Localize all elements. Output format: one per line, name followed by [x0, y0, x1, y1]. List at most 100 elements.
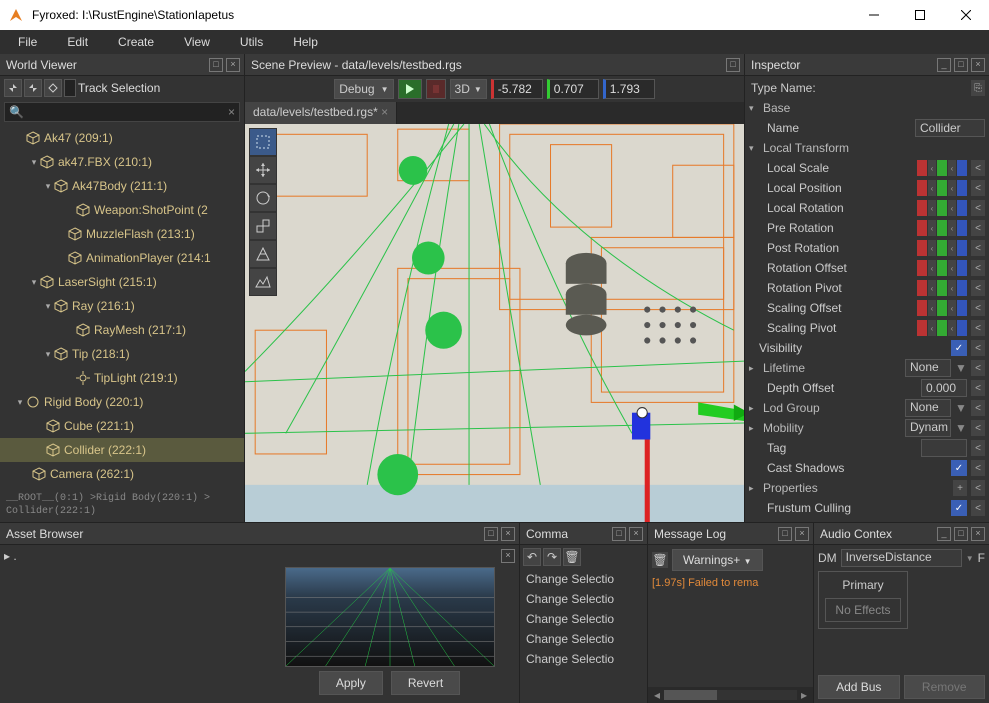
clear-search-button[interactable]: ×	[228, 105, 235, 119]
revert-button[interactable]: <	[971, 420, 985, 436]
tree-node[interactable]: ▾Tip (218:1)	[0, 342, 244, 366]
panel-min-button[interactable]: _	[937, 527, 951, 541]
command-item[interactable]: Change Selectio	[520, 629, 647, 649]
coord-z-input[interactable]: 1.793	[603, 79, 655, 99]
rotation-offset-input[interactable]: ‹‹	[917, 260, 967, 276]
menu-view[interactable]: View	[170, 32, 224, 52]
copy-type-button[interactable]: ⎘	[971, 80, 985, 96]
menu-help[interactable]: Help	[279, 32, 332, 52]
scene-tree[interactable]: Ak47 (209:1)▾ak47.FBX (210:1)▾Ak47Body (…	[0, 124, 244, 488]
base-toggle[interactable]: ▾	[749, 103, 759, 114]
command-list[interactable]: Change SelectioChange SelectioChange Sel…	[520, 569, 647, 703]
panel-close-button[interactable]: ×	[629, 527, 643, 541]
panel-dock-button[interactable]: □	[484, 527, 498, 541]
menu-utils[interactable]: Utils	[226, 32, 277, 52]
command-item[interactable]: Change Selectio	[520, 569, 647, 589]
transform-toggle[interactable]: ▾	[749, 143, 759, 154]
tree-node[interactable]: RayMesh (217:1)	[0, 318, 244, 342]
revert-button[interactable]: <	[971, 440, 985, 456]
local-position-input[interactable]: ‹‹	[917, 180, 967, 196]
close-tab-icon[interactable]: ×	[381, 105, 388, 119]
tree-node[interactable]: Camera (262:1)	[0, 462, 244, 486]
navmesh-tool-button[interactable]	[249, 240, 277, 268]
rotate-tool-button[interactable]	[249, 184, 277, 212]
collapse-all-button[interactable]	[4, 79, 22, 97]
panel-dock-button[interactable]: □	[778, 527, 792, 541]
clear-log-button[interactable]: 🗑	[652, 552, 668, 568]
asset-tree[interactable]: ▸ .	[0, 545, 260, 703]
locate-button[interactable]	[44, 79, 62, 97]
lod-toggle[interactable]: ▸	[749, 403, 759, 414]
menu-edit[interactable]: Edit	[53, 32, 102, 52]
window-close-button[interactable]	[943, 0, 989, 30]
panel-close-button[interactable]: ×	[971, 527, 985, 541]
view-mode-dropdown[interactable]: 3D▼	[450, 79, 487, 99]
log-scrollbar[interactable]: ◂▸	[648, 687, 813, 703]
revert-button[interactable]: <	[971, 400, 985, 416]
name-input[interactable]	[915, 119, 985, 137]
panel-dock-button[interactable]: □	[209, 58, 223, 72]
clear-button[interactable]: 🗑	[563, 548, 581, 566]
tree-node[interactable]: TipLight (219:1)	[0, 366, 244, 390]
lod-dropdown[interactable]: None	[905, 399, 951, 417]
scene-tab[interactable]: data/levels/testbed.rgs* ×	[245, 102, 397, 124]
tree-node[interactable]: Collider (222:1)	[0, 438, 244, 462]
tree-node[interactable]: ▾Ak47Body (211:1)	[0, 174, 244, 198]
window-minimize-button[interactable]	[851, 0, 897, 30]
panel-dock-button[interactable]: □	[954, 58, 968, 72]
tree-node[interactable]: ▾Ray (216:1)	[0, 294, 244, 318]
undo-button[interactable]: ↶	[523, 548, 541, 566]
add-property-button[interactable]: +	[953, 480, 967, 496]
revert-button[interactable]: <	[971, 260, 985, 276]
visibility-checkbox[interactable]: ✓	[951, 340, 967, 356]
renderer-dropdown[interactable]: InverseDistance	[841, 549, 962, 567]
rotation-pivot-input[interactable]: ‹‹	[917, 280, 967, 296]
revert-button[interactable]: <	[971, 460, 985, 476]
log-filter-dropdown[interactable]: Warnings+ ▼	[672, 549, 763, 571]
revert-button[interactable]: <	[971, 500, 985, 516]
panel-close-button[interactable]: ×	[226, 58, 240, 72]
local-scale-input[interactable]: ‹‹	[917, 160, 967, 176]
post-rotation-input[interactable]: ‹‹	[917, 240, 967, 256]
stop-button[interactable]	[426, 79, 446, 99]
panel-close-button[interactable]: ×	[795, 527, 809, 541]
command-item[interactable]: Change Selectio	[520, 609, 647, 629]
panel-close-button[interactable]: ×	[971, 58, 985, 72]
menu-file[interactable]: File	[4, 32, 51, 52]
lifetime-toggle[interactable]: ▸	[749, 363, 759, 374]
track-checkbox[interactable]	[64, 79, 76, 97]
revert-button[interactable]: <	[971, 340, 985, 356]
window-maximize-button[interactable]	[897, 0, 943, 30]
lifetime-dropdown[interactable]: None	[905, 359, 951, 377]
tree-node[interactable]: ▾Rigid Body (220:1)	[0, 390, 244, 414]
revert-button[interactable]: <	[971, 220, 985, 236]
terrain-tool-button[interactable]	[249, 268, 277, 296]
revert-button[interactable]: <	[971, 240, 985, 256]
revert-button[interactable]: <	[971, 200, 985, 216]
pre-rotation-input[interactable]: ‹‹	[917, 220, 967, 236]
bus-primary-label[interactable]: Primary	[825, 578, 901, 592]
tree-node[interactable]: AnimationPlayer (214:1	[0, 246, 244, 270]
depth-offset-input[interactable]	[921, 379, 967, 397]
revert-button[interactable]: <	[971, 180, 985, 196]
remove-bus-button[interactable]: Remove	[904, 675, 986, 699]
tree-node[interactable]: Weapon:ShotPoint (2	[0, 198, 244, 222]
menu-create[interactable]: Create	[104, 32, 168, 52]
search-input[interactable]	[24, 105, 228, 119]
build-mode-dropdown[interactable]: Debug▼	[334, 79, 393, 99]
revert-button[interactable]: <	[971, 280, 985, 296]
scale-tool-button[interactable]	[249, 212, 277, 240]
tree-node[interactable]: Cube (221:1)	[0, 414, 244, 438]
panel-dock-button[interactable]: □	[726, 58, 740, 72]
redo-button[interactable]: ↷	[543, 548, 561, 566]
scaling-offset-input[interactable]: ‹‹	[917, 300, 967, 316]
revert-button[interactable]: <	[971, 480, 985, 496]
viewport[interactable]	[245, 124, 744, 522]
revert-button[interactable]: <	[971, 300, 985, 316]
coord-x-input[interactable]: -5.782	[491, 79, 543, 99]
revert-button[interactable]: <	[971, 380, 985, 396]
command-item[interactable]: Change Selectio	[520, 649, 647, 669]
play-button[interactable]	[398, 79, 422, 99]
preview-close-button[interactable]: ×	[501, 549, 515, 563]
revert-button[interactable]: <	[971, 160, 985, 176]
